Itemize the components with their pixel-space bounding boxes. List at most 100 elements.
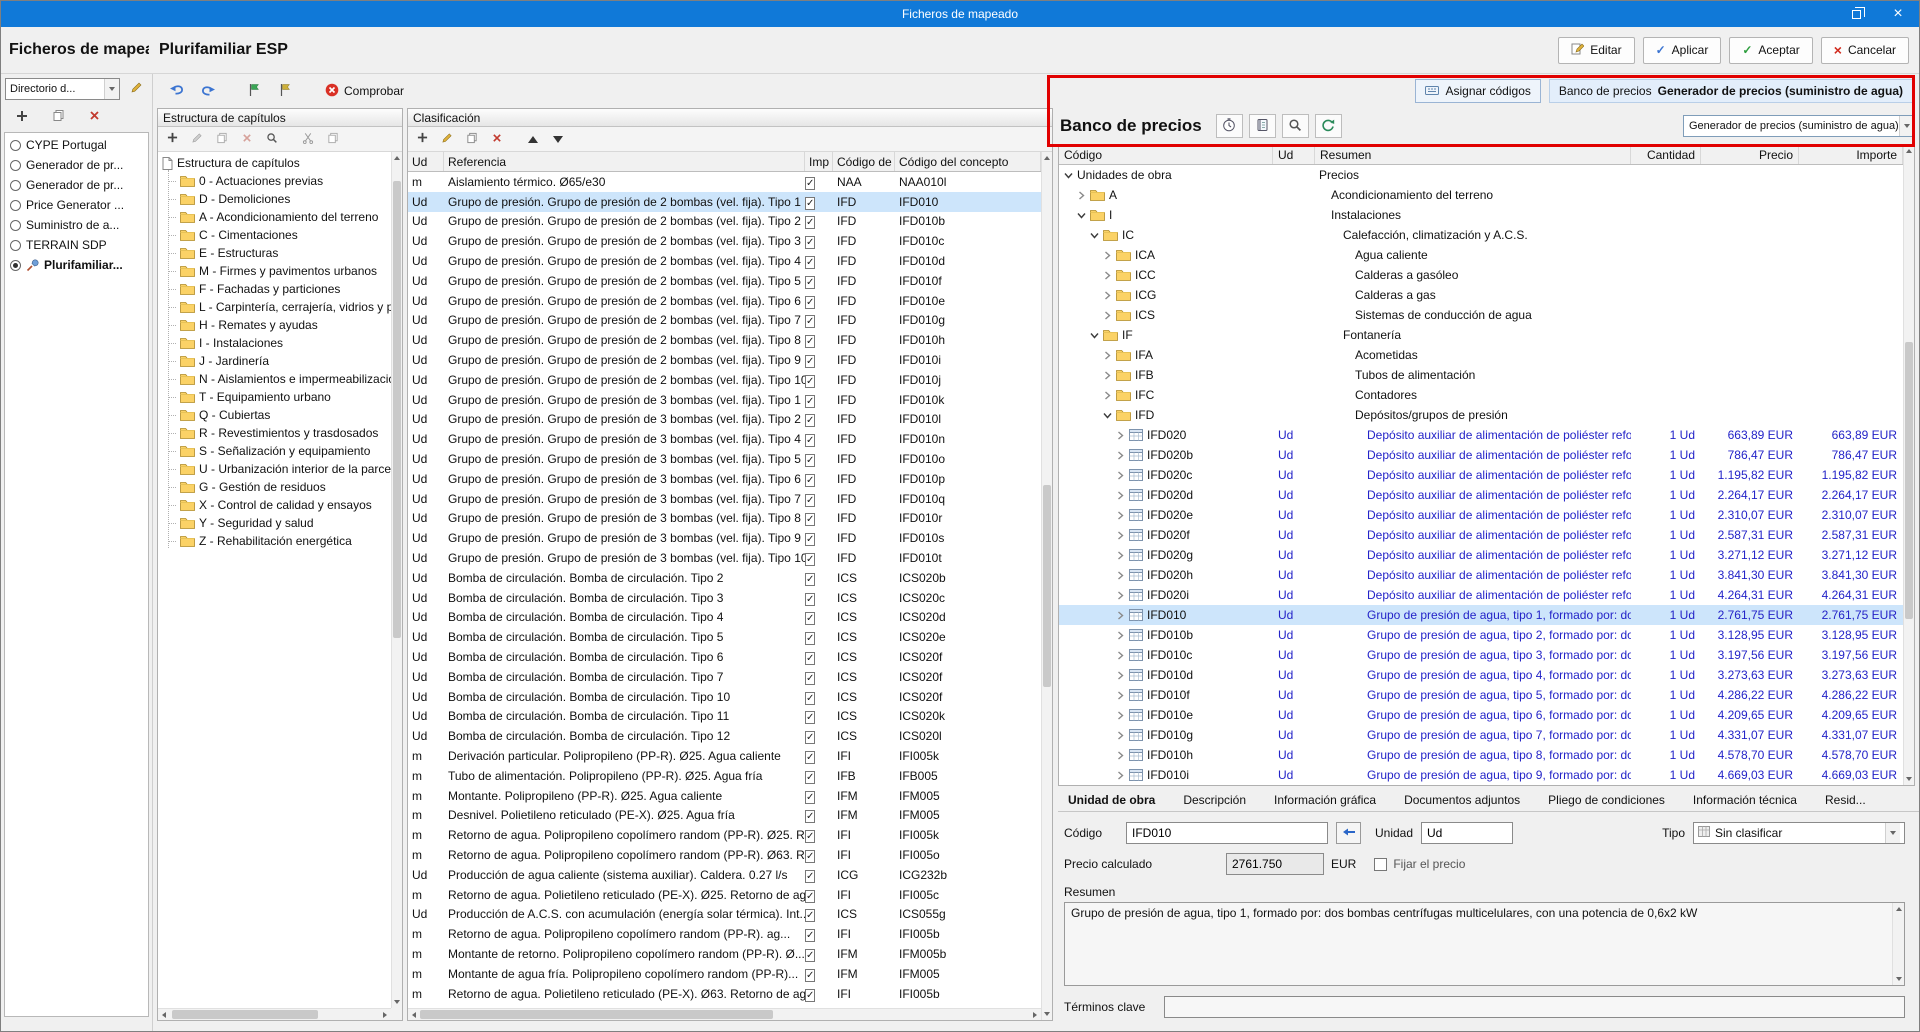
imp-checkbox[interactable]: ✓ [805, 511, 833, 525]
classification-row[interactable]: UdProducción de A.C.S. con acumulación (… [408, 904, 1041, 924]
price-row-ifd010f[interactable]: IFD010fUdGrupo de presión de agua, tipo … [1059, 685, 1903, 705]
chapter-vertical-scrollbar[interactable] [391, 152, 402, 1008]
scroll-up-button[interactable] [1893, 903, 1904, 915]
chevron-down-icon[interactable] [1089, 231, 1099, 240]
add-bank-button[interactable] [10, 105, 34, 129]
price-row-ifd020b[interactable]: IFD020bUdDepósito auxiliar de alimentaci… [1059, 445, 1903, 465]
classification-row[interactable]: UdGrupo de presión. Grupo de presión de … [408, 370, 1041, 390]
classification-vertical-scrollbar[interactable] [1041, 152, 1052, 1020]
classification-row[interactable]: UdBomba de circulación. Bomba de circula… [408, 687, 1041, 707]
back-arrow-button[interactable] [1336, 822, 1361, 844]
price-row-i[interactable]: IInstalaciones [1059, 205, 1903, 225]
chevron-right-icon[interactable] [1115, 771, 1125, 780]
chevron-right-icon[interactable] [1115, 691, 1125, 700]
price-row-a[interactable]: AAcondicionamiento del terreno [1059, 185, 1903, 205]
price-row-ifd010d[interactable]: IFD010dUdGrupo de presión de agua, tipo … [1059, 665, 1903, 685]
copy-classification-button[interactable] [461, 129, 483, 150]
classification-row[interactable]: UdGrupo de presión. Grupo de presión de … [408, 429, 1041, 449]
cancelar-button[interactable]: × Cancelar [1821, 37, 1909, 64]
imp-checkbox[interactable]: ✓ [805, 729, 833, 743]
imp-checkbox[interactable]: ✓ [805, 531, 833, 545]
imp-checkbox[interactable]: ✓ [805, 393, 833, 407]
comprobar-button[interactable]: Comprobar [319, 79, 410, 103]
sidebar-item-plurifamiliar[interactable]: Plurifamiliar... [5, 255, 148, 275]
price-row-ifd010e[interactable]: IFD010eUdGrupo de presión de agua, tipo … [1059, 705, 1903, 725]
chevron-down-icon[interactable] [1102, 411, 1112, 420]
chapter-row[interactable]: N - Aislamientos e impermeabilizacio... [158, 370, 391, 388]
imp-checkbox[interactable]: ✓ [805, 472, 833, 486]
imp-checkbox[interactable]: ✓ [805, 868, 833, 882]
editar-button[interactable]: Editar [1558, 37, 1634, 64]
classification-row[interactable]: UdGrupo de presión. Grupo de presión de … [408, 410, 1041, 430]
classification-row[interactable]: UdGrupo de presión. Grupo de presión de … [408, 330, 1041, 350]
chevron-down-icon[interactable] [1089, 331, 1099, 340]
scroll-down-button[interactable] [1904, 773, 1914, 785]
classification-row[interactable]: mDesnivel. Polietileno reticulado (PE-X)… [408, 806, 1041, 826]
tab-unidad-de-obra[interactable]: Unidad de obra [1068, 793, 1155, 807]
classification-row[interactable]: UdBomba de circulación. Bomba de circula… [408, 627, 1041, 647]
chevron-right-icon[interactable] [1115, 431, 1125, 440]
classification-row[interactable]: UdGrupo de presión. Grupo de presión de … [408, 291, 1041, 311]
imp-checkbox[interactable]: ✓ [805, 907, 833, 921]
scroll-down-button[interactable] [1893, 973, 1904, 985]
price-row-ifd020e[interactable]: IFD020eUdDepósito auxiliar de alimentaci… [1059, 505, 1903, 525]
chevron-down-icon[interactable] [1885, 823, 1900, 843]
chapter-row[interactable]: E - Estructuras [158, 244, 391, 262]
scrollbar-track[interactable] [420, 1009, 1029, 1020]
imp-checkbox[interactable]: ✓ [805, 195, 833, 209]
chapter-row[interactable]: R - Revestimientos y trasdosados [158, 424, 391, 442]
chevron-right-icon[interactable] [1115, 631, 1125, 640]
chevron-right-icon[interactable] [1115, 711, 1125, 720]
classification-row[interactable]: UdGrupo de presión. Grupo de presión de … [408, 509, 1041, 529]
imp-checkbox[interactable]: ✓ [805, 452, 833, 466]
tab-informaci-n-gr-fica[interactable]: Información gráfica [1274, 793, 1376, 807]
chevron-right-icon[interactable] [1102, 251, 1112, 260]
chevron-right-icon[interactable] [1115, 471, 1125, 480]
chapter-row[interactable]: Y - Seguridad y salud [158, 514, 391, 532]
tipo-dropdown[interactable]: Sin clasificar [1693, 822, 1905, 844]
price-row-ifd020g[interactable]: IFD020gUdDepósito auxiliar de alimentaci… [1059, 545, 1903, 565]
flag-green-button[interactable] [242, 79, 266, 103]
imp-checkbox[interactable]: ✓ [805, 947, 833, 961]
classification-row[interactable]: UdGrupo de presión. Grupo de presión de … [408, 251, 1041, 271]
chapter-row[interactable]: U - Urbanización interior de la parcel..… [158, 460, 391, 478]
imp-checkbox[interactable]: ✓ [805, 274, 833, 288]
imp-checkbox[interactable]: ✓ [805, 888, 833, 902]
scroll-up-button[interactable] [1904, 145, 1914, 157]
delete-bank-button[interactable] [82, 105, 106, 129]
imp-checkbox[interactable]: ✓ [805, 175, 833, 189]
chevron-right-icon[interactable] [1115, 571, 1125, 580]
price-row-ifd010c[interactable]: IFD010cUdGrupo de presión de agua, tipo … [1059, 645, 1903, 665]
scroll-left-button[interactable] [408, 1009, 420, 1020]
imp-checkbox[interactable]: ✓ [805, 848, 833, 862]
classification-row[interactable]: mMontante de agua fría. Polipropileno co… [408, 964, 1041, 984]
sidebar-item-generador-de-pr[interactable]: Generador de pr... [5, 175, 148, 195]
chevron-right-icon[interactable] [1102, 291, 1112, 300]
search-button[interactable] [1282, 114, 1309, 138]
imp-checkbox[interactable]: ✓ [805, 630, 833, 644]
codigo-input[interactable] [1126, 822, 1328, 844]
copy-chapter-button[interactable] [211, 129, 233, 150]
chevron-down-icon[interactable] [104, 79, 119, 99]
chevron-right-icon[interactable] [1115, 731, 1125, 740]
imp-checkbox[interactable]: ✓ [805, 789, 833, 803]
scroll-up-button[interactable] [392, 152, 402, 164]
chevron-right-icon[interactable] [1102, 271, 1112, 280]
classification-row[interactable]: UdGrupo de presión. Grupo de presión de … [408, 489, 1041, 509]
imp-checkbox[interactable]: ✓ [805, 749, 833, 763]
price-row-ifb[interactable]: IFBTubos de alimentación [1059, 365, 1903, 385]
price-row-icg[interactable]: ICGCalderas a gas [1059, 285, 1903, 305]
chevron-right-icon[interactable] [1115, 671, 1125, 680]
imp-checkbox[interactable]: ✓ [805, 709, 833, 723]
chevron-right-icon[interactable] [1115, 751, 1125, 760]
chevron-right-icon[interactable] [1102, 311, 1112, 320]
classification-row[interactable]: UdGrupo de presión. Grupo de presión de … [408, 271, 1041, 291]
tab-resid[interactable]: Resid... [1825, 793, 1866, 807]
cut-chapter-button[interactable] [297, 129, 319, 150]
chapter-row[interactable]: T - Equipamiento urbano [158, 388, 391, 406]
add-chapter-button[interactable] [161, 129, 183, 150]
classification-row[interactable]: UdBomba de circulación. Bomba de circula… [408, 608, 1041, 628]
aplicar-button[interactable]: ✓ Aplicar [1643, 37, 1722, 64]
chapter-row[interactable]: G - Gestión de residuos [158, 478, 391, 496]
close-window-button[interactable]: × [1877, 1, 1919, 27]
